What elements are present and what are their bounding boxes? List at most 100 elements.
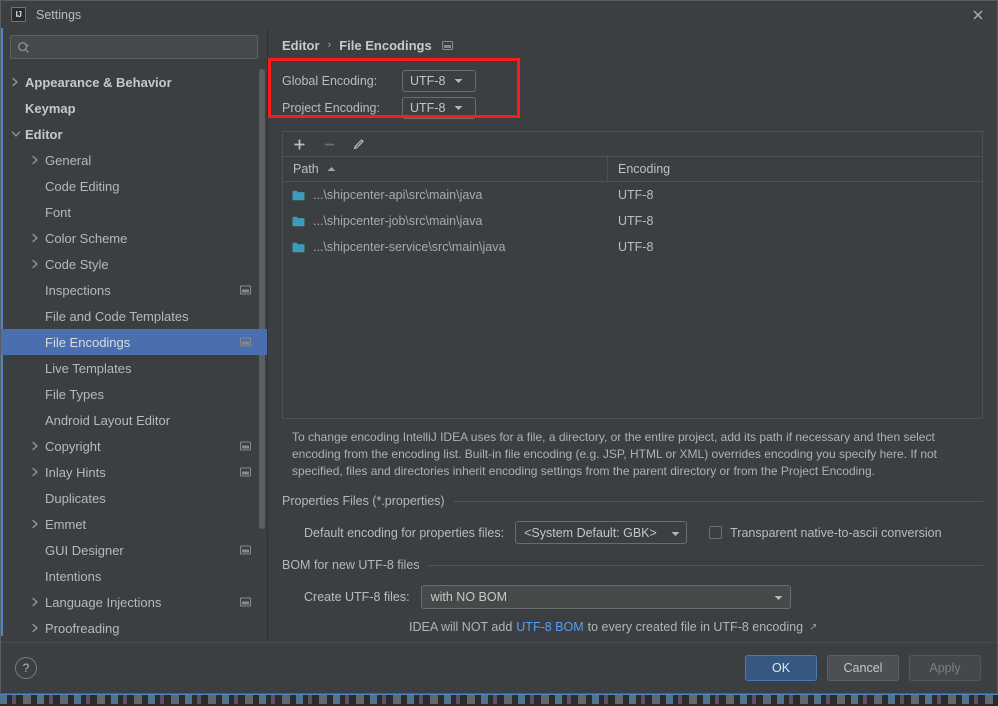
sidebar-item-label: Proofreading <box>45 620 120 636</box>
chevron-right-icon[interactable] <box>31 467 45 477</box>
search-input[interactable] <box>35 39 251 55</box>
bom-title-row: BOM for new UTF-8 files <box>282 558 983 572</box>
column-header-encoding-label: Encoding <box>618 162 671 176</box>
sidebar-item-gui-designer[interactable]: GUI Designer <box>1 537 267 563</box>
chevron-right-icon[interactable] <box>31 519 45 529</box>
table-row[interactable]: ...\shipcenter-api\src\main\java UTF-8 <box>283 182 982 208</box>
chevron-right-icon[interactable] <box>31 233 45 243</box>
external-link-icon[interactable]: ↗ <box>809 622 817 633</box>
encodings-table-toolbar <box>283 132 982 157</box>
sidebar-item-code-style[interactable]: Code Style <box>1 251 267 277</box>
search-box[interactable] <box>10 35 258 59</box>
sidebar-item-keymap[interactable]: Keymap <box>1 95 267 121</box>
chevron-right-icon[interactable] <box>31 155 45 165</box>
sidebar-item-emmet[interactable]: Emmet <box>1 511 267 537</box>
sidebar-item-label: General <box>45 152 92 168</box>
bom-create-combo[interactable]: with NO BOM <box>420 585 791 609</box>
sidebar-item-intentions[interactable]: Intentions <box>1 563 267 589</box>
sidebar-item-file-types[interactable]: File Types <box>1 381 267 407</box>
project-scope-badge-icon <box>240 441 251 451</box>
chevron-right-icon[interactable] <box>31 623 45 633</box>
sidebar-item-font[interactable]: Font <box>1 199 267 225</box>
edit-path-button[interactable] <box>351 136 367 152</box>
encodings-table-body[interactable]: ...\shipcenter-api\src\main\java UTF-8...… <box>283 182 982 418</box>
sidebar-item-label: Inlay Hints <box>45 464 106 480</box>
encodings-table-header: Path Encoding <box>283 157 982 182</box>
table-cell-path-label: ...\shipcenter-job\src\main\java <box>313 214 483 228</box>
table-cell-path: ...\shipcenter-service\src\main\java <box>283 240 608 254</box>
settings-tree[interactable]: Appearance & Behavior Keymap Editor General… <box>1 67 267 642</box>
bom-note-link[interactable]: UTF-8 BOM <box>516 620 583 634</box>
sidebar-item-language-injections[interactable]: Language Injections <box>1 589 267 615</box>
project-scope-badge-icon <box>240 597 251 607</box>
properties-default-encoding-row: Default encoding for properties files: <… <box>282 521 983 544</box>
chevron-down-icon <box>671 526 680 540</box>
sidebar-item-label: Code Editing <box>45 178 120 194</box>
table-cell-encoding[interactable]: UTF-8 <box>608 214 982 228</box>
sidebar-item-label: Intentions <box>45 568 102 584</box>
sort-ascending-icon <box>327 166 336 172</box>
table-cell-encoding[interactable]: UTF-8 <box>608 188 982 202</box>
column-header-path[interactable]: Path <box>283 157 608 181</box>
sidebar-item-live-templates[interactable]: Live Templates <box>1 355 267 381</box>
cancel-button[interactable]: Cancel <box>827 655 899 681</box>
bom-create-row: Create UTF-8 files: with NO BOM <box>282 585 983 609</box>
table-cell-encoding[interactable]: UTF-8 <box>608 240 982 254</box>
sidebar-item-duplicates[interactable]: Duplicates <box>1 485 267 511</box>
dialog-body: Appearance & Behavior Keymap Editor General… <box>1 28 997 642</box>
transparent-native-to-ascii-checkbox[interactable]: Transparent native-to-ascii conversion <box>709 525 942 540</box>
sidebar-item-label: Font <box>45 204 72 220</box>
table-row[interactable]: ...\shipcenter-service\src\main\java UTF-… <box>283 234 982 260</box>
sidebar-item-inlay-hints[interactable]: Inlay Hints <box>1 459 267 485</box>
encodings-table-panel: Path Encoding ...\shipcenter-api\src\mai… <box>282 131 983 419</box>
sidebar-item-label: Android Layout Editor <box>45 412 171 428</box>
project-scope-badge-icon <box>240 285 251 295</box>
sidebar-item-label: File and Code Templates <box>45 308 189 324</box>
table-row[interactable]: ...\shipcenter-job\src\main\java UTF-8 <box>283 208 982 234</box>
sidebar-item-file-and-code-templates[interactable]: File and Code Templates <box>1 303 267 329</box>
table-cell-path: ...\shipcenter-job\src\main\java <box>283 214 608 228</box>
section-divider <box>428 564 983 566</box>
close-icon[interactable] <box>969 6 987 24</box>
bom-section: BOM for new UTF-8 files Create UTF-8 fil… <box>282 558 983 634</box>
bom-note: IDEA will NOT add UTF-8 BOM to every cre… <box>282 620 983 634</box>
sidebar-item-code-editing[interactable]: Code Editing <box>1 173 267 199</box>
checkbox-box-icon <box>709 526 723 539</box>
sidebar-item-general[interactable]: General <box>1 147 267 173</box>
chevron-down-icon <box>454 105 463 111</box>
add-path-button[interactable] <box>291 136 307 152</box>
ide-strip-code-text <box>0 695 998 704</box>
table-cell-path: ...\shipcenter-api\src\main\java <box>283 188 608 202</box>
sidebar-item-inspections[interactable]: Inspections <box>1 277 267 303</box>
sidebar-item-editor[interactable]: Editor <box>1 121 267 147</box>
sidebar-item-label: Appearance & Behavior <box>25 74 172 90</box>
sidebar-item-android-layout-editor[interactable]: Android Layout Editor <box>1 407 267 433</box>
column-header-encoding[interactable]: Encoding <box>608 157 982 181</box>
chevron-right-icon[interactable] <box>11 77 25 87</box>
global-encoding-combo[interactable]: UTF-8 <box>402 69 476 92</box>
project-encoding-combo[interactable]: UTF-8 <box>402 96 476 119</box>
properties-default-encoding-combo[interactable]: <System Default: GBK> <box>515 521 688 544</box>
dialog-titlebar: IJ Settings <box>1 1 997 28</box>
sidebar-item-color-scheme[interactable]: Color Scheme <box>1 225 267 251</box>
settings-content: Editor › File Encodings Global Encoding:… <box>268 28 997 642</box>
sidebar-item-label: Inspections <box>45 282 111 298</box>
encoding-settings-block: Global Encoding: UTF-8 Project Encoding:… <box>282 62 983 127</box>
transparent-native-to-ascii-label: Transparent native-to-ascii conversion <box>730 525 942 540</box>
help-button[interactable]: ? <box>15 657 37 679</box>
sidebar-item-file-encodings[interactable]: File Encodings <box>1 329 267 355</box>
table-cell-path-label: ...\shipcenter-api\src\main\java <box>313 188 483 202</box>
ok-button[interactable]: OK <box>745 655 817 681</box>
chevron-down-icon[interactable] <box>11 130 25 138</box>
intellij-logo-icon: IJ <box>11 7 26 22</box>
chevron-right-icon[interactable] <box>31 441 45 451</box>
sidebar-item-copyright[interactable]: Copyright <box>1 433 267 459</box>
chevron-right-icon[interactable] <box>31 259 45 269</box>
apply-button[interactable]: Apply <box>909 655 981 681</box>
remove-path-button[interactable] <box>321 136 337 152</box>
sidebar-item-appearance-behavior[interactable]: Appearance & Behavior <box>1 69 267 95</box>
chevron-right-icon[interactable] <box>31 597 45 607</box>
breadcrumb-parent[interactable]: Editor <box>282 38 320 53</box>
search-icon <box>17 41 30 54</box>
breadcrumb-current: File Encodings <box>339 37 432 53</box>
